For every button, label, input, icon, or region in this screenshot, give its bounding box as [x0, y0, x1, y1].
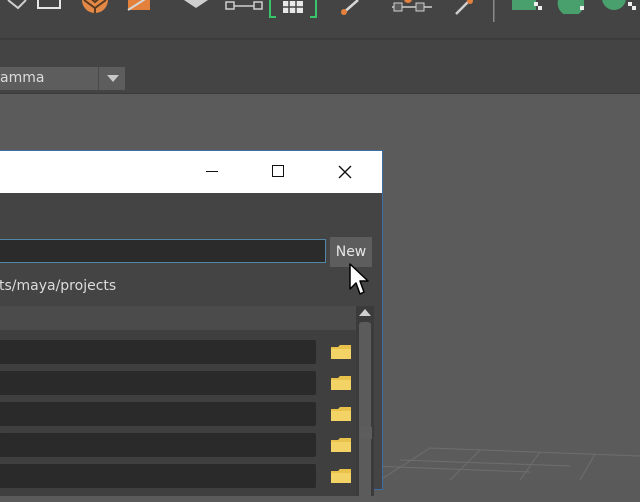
green-curve-icon[interactable]	[556, 0, 590, 14]
diamond-icon[interactable]	[182, 0, 210, 12]
project-path-label: ts/maya/projects	[0, 278, 117, 294]
ground-grid	[370, 447, 640, 480]
connect-icon[interactable]	[224, 0, 264, 12]
soccer-ball-icon[interactable]	[80, 0, 110, 14]
list-header	[0, 306, 356, 330]
folder-path-field[interactable]	[0, 433, 316, 457]
grid-frame-icon[interactable]	[266, 0, 320, 18]
mouse-cursor-icon	[349, 263, 369, 295]
shelf-square-icon[interactable]	[36, 0, 62, 10]
folder-path-field[interactable]	[0, 464, 316, 488]
folder-path-field[interactable]	[0, 340, 316, 364]
minimize-icon[interactable]	[189, 151, 235, 193]
colorspace-value: amma	[0, 70, 45, 86]
title-bar[interactable]	[0, 151, 382, 193]
divider-icon	[493, 0, 495, 22]
folder-list	[0, 306, 356, 496]
folder-icon[interactable]	[330, 344, 352, 360]
close-icon[interactable]	[321, 151, 367, 193]
paint-icon[interactable]	[452, 0, 476, 16]
chevron-down-icon[interactable]	[98, 67, 125, 90]
orange-shape-icon[interactable]	[126, 0, 156, 14]
pen-tool-icon[interactable]	[338, 0, 368, 16]
maximize-icon[interactable]	[255, 151, 301, 193]
folder-icon[interactable]	[330, 406, 352, 422]
folder-icon[interactable]	[330, 468, 352, 484]
green-shape-icon[interactable]	[510, 0, 550, 14]
folder-path-field[interactable]	[0, 371, 316, 395]
browse-corner-icon[interactable]	[360, 427, 372, 439]
project-name-input[interactable]	[0, 239, 326, 263]
scrollbar[interactable]	[356, 306, 374, 502]
shelf-toolbar	[0, 0, 640, 39]
colorspace-dropdown[interactable]: amma	[0, 67, 98, 90]
folder-path-field[interactable]	[0, 402, 316, 426]
folder-icon[interactable]	[330, 375, 352, 391]
green-circle-icon[interactable]	[600, 0, 640, 14]
folder-icon[interactable]	[330, 437, 352, 453]
scroll-up-icon[interactable]	[359, 309, 371, 316]
panel-menu-bar	[0, 40, 640, 63]
scroll-thumb[interactable]	[359, 322, 371, 502]
project-window-dialog: New ts/maya/projects	[0, 150, 383, 502]
shelf-tool-icon[interactable]	[6, 0, 28, 12]
node-chain-icon[interactable]	[390, 0, 434, 14]
